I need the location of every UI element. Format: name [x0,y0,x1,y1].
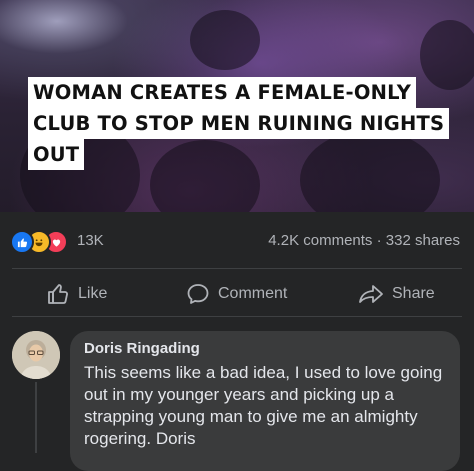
like-label: Like [78,285,108,302]
comment-bubble[interactable]: Doris Ringading This seems like a bad id… [70,331,460,471]
share-label: Share [392,285,435,302]
avatar[interactable] [12,331,60,379]
reaction-count[interactable]: 13K [77,232,104,249]
thread-line [35,382,37,453]
speech-bubble-icon [187,284,209,304]
share-arrow-icon [359,285,383,303]
post-image[interactable]: WOMAN CREATES A FEMALE-ONLY CLUB TO STOP… [0,0,474,212]
comment-label: Comment [218,285,288,302]
headline-line: WOMAN CREATES A FEMALE-ONLY [28,77,417,108]
crowd-silhouette [190,10,260,70]
comment-button[interactable]: Comment [186,282,287,306]
comment-count[interactable]: 4.2K comments [268,232,372,249]
like-button[interactable]: Like [46,282,107,306]
engagement-stats: 4.2K comments · 332 shares [268,232,460,249]
like-icon [10,230,34,254]
divider [12,268,462,269]
headline-line: OUT [28,139,85,170]
share-button[interactable]: Share [358,282,435,306]
headline-line: CLUB TO STOP MEN RUINING NIGHTS [28,108,450,139]
thumbs-up-icon [48,284,68,304]
share-count[interactable]: 332 shares [386,232,460,249]
post-actions: Like Comment Share [0,272,474,316]
comment-author[interactable]: Doris Ringading [84,340,200,357]
post-headline: WOMAN CREATES A FEMALE-ONLY CLUB TO STOP… [28,77,450,170]
comment-text: This seems like a bad idea, I used to lo… [84,363,443,448]
divider [12,316,462,317]
comment: Doris Ringading This seems like a bad id… [0,322,474,471]
reaction-icons[interactable] [10,230,76,254]
stats-separator: · [376,232,382,249]
reactions-summary: 13K 4.2K comments · 332 shares [0,222,474,260]
